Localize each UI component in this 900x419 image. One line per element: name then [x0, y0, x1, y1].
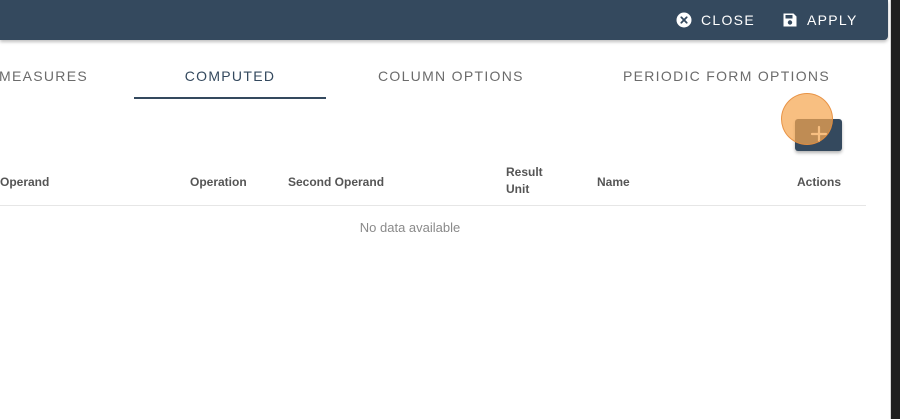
apply-button[interactable]: APPLY: [782, 0, 858, 40]
column-header-operand[interactable]: Operand: [0, 174, 49, 191]
empty-table-message: No data available: [359, 220, 461, 235]
tab-column-options[interactable]: COLUMN OPTIONS: [378, 56, 524, 96]
column-header-label: Name: [597, 175, 630, 189]
close-circle-icon: [676, 12, 692, 28]
column-header-label: Operation: [190, 175, 247, 189]
column-header-label-line2: Unit: [506, 182, 530, 196]
tab-bar: MEASURES COMPUTED COLUMN OPTIONS PERIODI…: [0, 56, 888, 100]
active-tab-indicator: [134, 97, 326, 99]
window-edge: [891, 0, 900, 419]
column-header-actions: Actions: [797, 174, 841, 191]
column-header-label: Operand: [0, 175, 50, 189]
close-button[interactable]: CLOSE: [676, 0, 755, 40]
column-header-operation[interactable]: Operation: [190, 174, 247, 191]
add-computed-button[interactable]: [795, 119, 842, 151]
save-floppy-icon: [782, 12, 798, 28]
column-header-label: Second Operand: [288, 175, 385, 189]
table-header: Operand Operation Second Operand Result …: [0, 160, 866, 206]
column-header-result-unit[interactable]: Result Unit: [506, 164, 556, 198]
top-toolbar: CLOSE APPLY: [0, 0, 888, 40]
column-header-name[interactable]: Name: [597, 174, 630, 191]
column-header-label: Actions: [797, 175, 842, 189]
tab-measures[interactable]: MEASURES: [0, 56, 88, 96]
apply-label: APPLY: [807, 12, 858, 28]
close-label: CLOSE: [701, 12, 755, 28]
plus-icon: [809, 124, 829, 144]
page: CLOSE APPLY MEASURES COMPUTED COLUMN OPT…: [0, 0, 900, 419]
tab-computed[interactable]: COMPUTED: [134, 56, 326, 96]
tab-periodic-form-options[interactable]: PERIODIC FORM OPTIONS: [623, 56, 830, 96]
column-header-second-operand[interactable]: Second Operand: [288, 174, 384, 191]
column-header-label: Result: [506, 165, 543, 179]
